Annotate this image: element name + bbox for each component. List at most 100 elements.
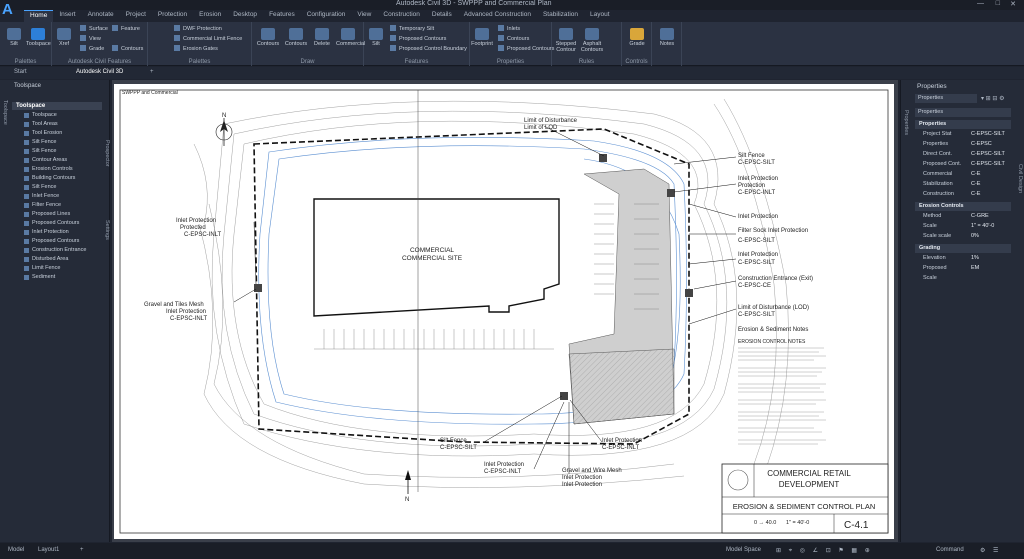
properties-toolbar-icons[interactable]: ▾ ⊞ ⊟ ⚙	[981, 95, 1004, 102]
layout-tab-layout1[interactable]: Layout1	[38, 547, 59, 553]
grade-button[interactable]: Grade	[80, 45, 104, 52]
section-erosion-controls[interactable]: Erosion Controls	[915, 202, 1011, 211]
tree-item[interactable]: Limit Fence	[12, 263, 102, 272]
tree-item[interactable]: Silt Fence	[12, 137, 102, 146]
command-line[interactable]: Command	[936, 547, 964, 553]
tree-item[interactable]: Disturbed Area	[12, 254, 102, 263]
feature-button[interactable]: Feature	[112, 25, 140, 32]
tree-item[interactable]: Construction Entrance	[12, 245, 102, 254]
ribbon-group-civil-features: Xref Surface View Grade Feature Contours…	[52, 22, 148, 66]
dwf-protection-button[interactable]: DWF Protection	[174, 25, 222, 32]
stepped-contour-button[interactable]: Stepped Contour	[554, 26, 578, 53]
proposed-contours-button[interactable]: Proposed Contours	[498, 45, 554, 52]
proposed-contours-button[interactable]: Proposed Contours	[390, 35, 446, 42]
tab-home[interactable]: Home	[24, 10, 54, 22]
group-label: Draw	[300, 59, 315, 65]
temporary-silt-button[interactable]: Temporary Silt	[390, 25, 434, 32]
doc-tab-drawing[interactable]: Autodesk Civil 3D	[76, 69, 123, 75]
surface-button[interactable]: Surface	[80, 25, 108, 32]
side-tab-properties[interactable]: Properties	[903, 110, 909, 135]
tree-item[interactable]: Inlet Fence	[12, 191, 102, 200]
contours-2-button[interactable]: Contours	[284, 26, 308, 47]
xref-button[interactable]: Xref	[52, 26, 76, 47]
tree-item[interactable]: Tool Erosion	[12, 128, 102, 137]
commercial-limit-fence-button[interactable]: Commercial Limit Fence	[174, 35, 242, 42]
model-space-indicator[interactable]: Model Space	[726, 547, 761, 553]
callout-gravel-b-3: Inlet Protection	[562, 482, 602, 488]
toolspace-button[interactable]: Toolspace	[26, 26, 51, 47]
tree-item[interactable]: Filter Fence	[12, 200, 102, 209]
drawing-canvas[interactable]: SWPPP and Commercial COMMERCIAL COMMERCI…	[112, 80, 898, 542]
tree-item[interactable]: Contour Areas	[12, 155, 102, 164]
tree-item[interactable]: Silt Fence	[12, 146, 102, 155]
grade-button[interactable]: Grade	[625, 26, 649, 47]
tree-item[interactable]: Inlet Protection	[12, 227, 102, 236]
tree-item[interactable]: Toolspace	[12, 110, 102, 119]
tree-header[interactable]: Toolspace	[12, 102, 102, 110]
tab-protection[interactable]: Protection	[152, 10, 193, 22]
app-logo-icon[interactable]: A	[2, 1, 22, 21]
tree-item[interactable]: Building Contours	[12, 173, 102, 182]
view-button[interactable]: View	[80, 35, 101, 42]
tree-item[interactable]: Proposed Lines	[12, 209, 102, 218]
tab-construction[interactable]: Construction	[377, 10, 426, 22]
status-toggle-icons[interactable]: ⊞ ⌖ ◎ ∠ ⊡ ⚑ ▦ ⊕	[776, 547, 873, 555]
callout-gravel-left-2: Inlet Protection	[166, 309, 206, 315]
drawing-sheet[interactable]: SWPPP and Commercial COMMERCIAL COMMERCI…	[114, 84, 894, 539]
side-tab-prospector[interactable]: Prospector	[104, 140, 110, 167]
tab-erosion[interactable]: Erosion	[193, 10, 227, 22]
contours-button[interactable]: Contours	[498, 35, 529, 42]
tab-advanced-construction[interactable]: Advanced Construction	[458, 10, 537, 22]
status-right-icons[interactable]: ⚙ ☰	[980, 547, 1001, 554]
ribbon-group-draw: Contours Contours Delete Commercial Draw	[252, 22, 365, 66]
new-tab-button[interactable]: +	[150, 69, 154, 75]
tab-layout[interactable]: Layout	[584, 10, 616, 22]
silt-button[interactable]: Silt	[2, 26, 26, 47]
footprint-button[interactable]: Footprint	[470, 26, 494, 47]
erosion-gates-button[interactable]: Erosion Gates	[174, 45, 218, 52]
tab-features[interactable]: Features	[263, 10, 301, 22]
notes-title: Erosion & Sediment Notes	[738, 327, 808, 333]
callout-inlet-left: Inlet Protection	[176, 218, 216, 224]
ribbon-group-features: Silt Temporary Silt Proposed Contours Pr…	[364, 22, 470, 66]
layout-tab-model[interactable]: Model	[8, 547, 24, 553]
tab-insert[interactable]: Insert	[53, 10, 81, 22]
side-tab-toolspace[interactable]: Toolspace	[2, 100, 8, 125]
asphalt-contours-button[interactable]: Asphalt Contours	[580, 26, 604, 53]
callout-inlet-r3-2: C-EPSC-SILT	[738, 260, 775, 266]
tab-details[interactable]: Details	[426, 10, 458, 22]
properties-dropdown[interactable]: Properties	[915, 94, 977, 103]
maximize-button[interactable]: □	[996, 0, 1000, 7]
site-plan-drawing[interactable]: SWPPP and Commercial COMMERCIAL COMMERCI…	[114, 84, 894, 539]
section-grading[interactable]: Grading	[915, 244, 1011, 253]
tab-desktop[interactable]: Desktop	[227, 10, 263, 22]
silt-button[interactable]: Silt	[364, 26, 388, 47]
inlets-button[interactable]: Inlets	[498, 25, 520, 32]
tree-item[interactable]: Sediment	[12, 272, 102, 281]
close-button[interactable]: ✕	[1010, 0, 1016, 8]
tab-stabilization[interactable]: Stabilization	[537, 10, 584, 22]
section-properties[interactable]: Properties	[915, 120, 1011, 129]
delete-button[interactable]: Delete	[310, 26, 334, 47]
side-tab-settings[interactable]: Settings	[104, 220, 110, 240]
minimize-button[interactable]: —	[977, 0, 984, 7]
doc-tab-start[interactable]: Start	[14, 69, 27, 75]
tab-configuration[interactable]: Configuration	[301, 10, 352, 22]
new-layout-button[interactable]: +	[80, 547, 84, 553]
toolspace-panel: Toolspace Toolspace Prospector Settings …	[0, 80, 110, 542]
proposed-control-boundary-button[interactable]: Proposed Control Boundary	[390, 45, 467, 52]
contours-button[interactable]: Contours	[256, 26, 280, 47]
tree-item[interactable]: Silt Fence	[12, 182, 102, 191]
tree-item[interactable]: Tool Areas	[12, 119, 102, 128]
contours-button[interactable]: Contours	[112, 45, 143, 52]
side-tab-civil-design[interactable]: Civil Design	[1017, 164, 1023, 193]
selection-dropdown[interactable]: Properties	[915, 108, 1011, 117]
commercial-button[interactable]: Commercial	[336, 26, 365, 47]
tree-item[interactable]: Erosion Controls	[12, 164, 102, 173]
tree-item[interactable]: Proposed Contours	[12, 218, 102, 227]
tree-item[interactable]: Proposed Contours	[12, 236, 102, 245]
tab-view[interactable]: View	[351, 10, 377, 22]
tab-project[interactable]: Project	[120, 10, 152, 22]
tab-annotate[interactable]: Annotate	[82, 10, 120, 22]
notes-button[interactable]: Notes	[655, 26, 679, 47]
